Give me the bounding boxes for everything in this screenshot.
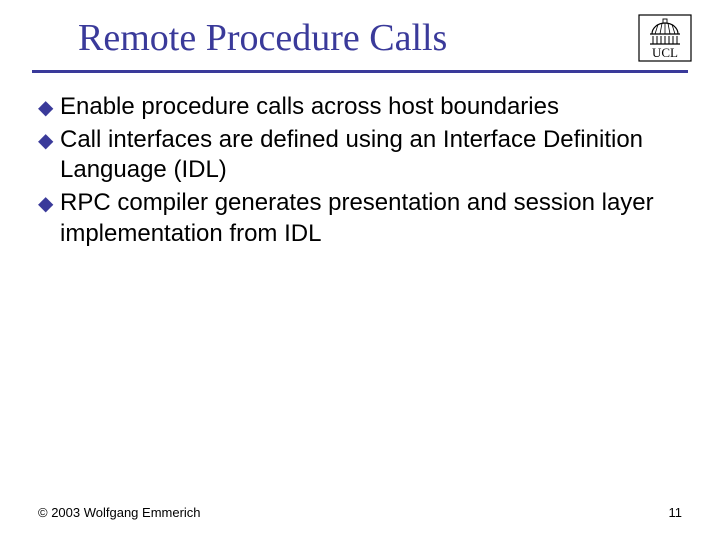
ucl-logo: UCL [638, 14, 692, 62]
slide: Remote Procedure Calls UCL [0, 0, 720, 540]
page-number: 11 [669, 505, 683, 520]
bullet-item: ◆Call interfaces are defined using an In… [38, 125, 682, 186]
bullet-item: ◆RPC compiler generates presentation and… [38, 188, 682, 249]
footer-copyright: © 2003 Wolfgang Emmerich [38, 505, 201, 520]
diamond-bullet-icon: ◆ [38, 192, 60, 218]
slide-title: Remote Procedure Calls [78, 16, 447, 60]
diamond-bullet-icon: ◆ [38, 96, 60, 122]
slide-body: ◆Enable procedure calls across host boun… [38, 92, 682, 252]
diamond-bullet-icon: ◆ [38, 129, 60, 155]
bullet-text: Call interfaces are defined using an Int… [60, 126, 643, 184]
title-underline [32, 70, 688, 73]
bullet-text: RPC compiler generates presentation and … [60, 189, 654, 247]
bullet-item: ◆Enable procedure calls across host boun… [38, 92, 682, 123]
bullet-text: Enable procedure calls across host bound… [60, 93, 559, 120]
svg-text:UCL: UCL [652, 45, 678, 60]
